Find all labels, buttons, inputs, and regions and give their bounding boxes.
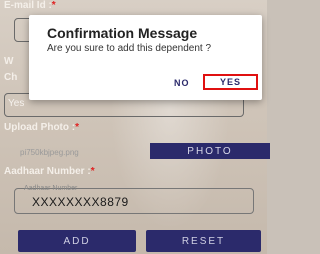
aadhaar-field-legend: Aadhaar Number [24, 185, 78, 192]
dialog-message: Are you sure to add this dependent ? [47, 43, 212, 54]
relation-value: Yes [8, 98, 25, 109]
partial-label-w: W [4, 56, 14, 67]
add-button[interactable]: ADD [18, 230, 136, 252]
confirmation-dialog: Confirmation Message Are you sure to add… [29, 15, 262, 100]
aadhaar-value: XXXXXXXX8879 [32, 195, 129, 209]
reset-button[interactable]: RESET [146, 230, 261, 252]
email-label: E-mail Id :* [4, 0, 56, 11]
photo-button[interactable]: PHOTO [150, 143, 270, 159]
yes-button[interactable]: YES [203, 74, 258, 90]
no-button[interactable]: NO [174, 78, 190, 88]
upload-photo-label: Upload Photo :* [4, 122, 80, 133]
photo-filename: pi750kbjpeg.png [20, 148, 79, 157]
partial-label-ch: Ch [4, 72, 18, 83]
dialog-title: Confirmation Message [47, 25, 198, 41]
aadhaar-label: Aadhaar Number :* [4, 166, 95, 177]
